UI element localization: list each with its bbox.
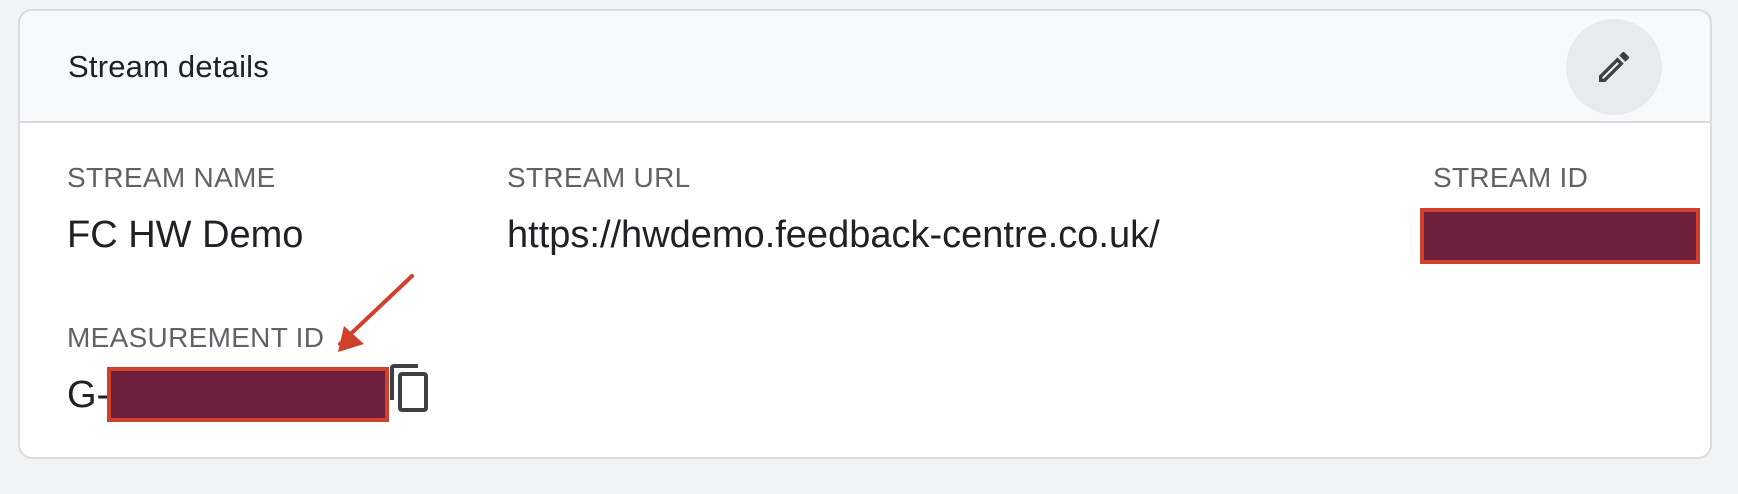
edit-button[interactable] (1566, 19, 1662, 115)
measurement-id-label: MEASUREMENT ID (67, 322, 325, 353)
stream-name-label: STREAM NAME (67, 162, 276, 193)
copy-button[interactable] (386, 362, 434, 418)
card-title: Stream details (68, 49, 269, 84)
stream-name-value: FC HW Demo (67, 214, 304, 256)
copy-icon (390, 364, 428, 412)
measurement-id-redaction (107, 367, 389, 422)
pencil-icon (1599, 51, 1630, 82)
measurement-id-prefix: G- (67, 374, 110, 416)
card-header: Stream details (20, 11, 1710, 123)
stream-id-redaction (1420, 208, 1700, 264)
annotation-arrow (338, 274, 414, 352)
stream-url-value: https://hwdemo.feedback-centre.co.uk/ (507, 214, 1160, 256)
stream-url-label: STREAM URL (507, 162, 691, 193)
stream-id-label: STREAM ID (1433, 162, 1589, 193)
